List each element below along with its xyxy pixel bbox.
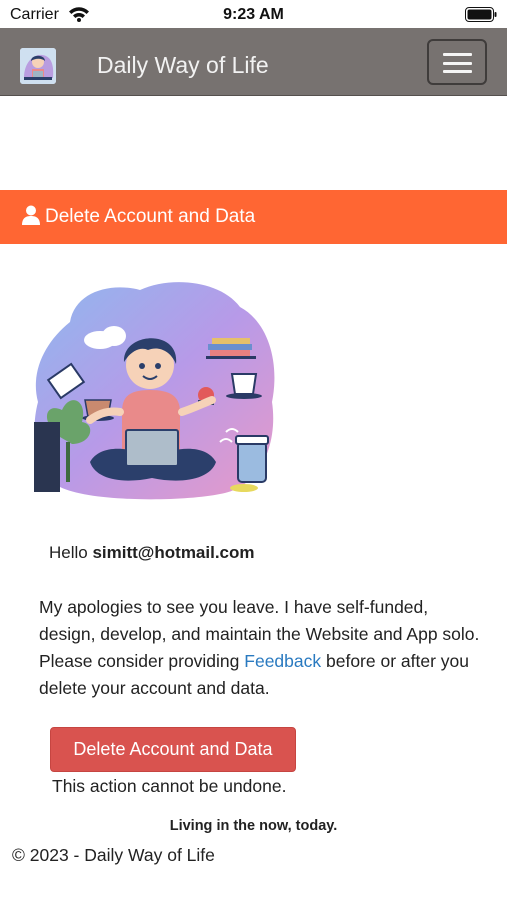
hamburger-icon: [443, 53, 472, 73]
delete-account-button[interactable]: Delete Account and Data: [50, 727, 296, 772]
undo-warning: This action cannot be undone.: [52, 776, 287, 796]
battery-icon: [465, 7, 497, 22]
brand-title[interactable]: Daily Way of Life: [97, 52, 269, 79]
footer-tagline: Living in the now, today.: [169, 818, 338, 834]
page-title: Delete Account and Data: [45, 206, 256, 227]
menu-toggle-button[interactable]: [427, 39, 487, 85]
user-email: simitt@hotmail.com: [92, 543, 255, 562]
hero-illustration: [34, 282, 275, 500]
page-header: Delete Account and Data: [0, 190, 507, 244]
status-bar: Carrier 9:23 AM: [0, 0, 507, 28]
status-time: 9:23 AM: [223, 6, 284, 23]
navbar: Daily Way of Life: [0, 28, 507, 96]
farewell-message: My apologies to see you leave. I have se…: [39, 594, 489, 702]
feedback-link[interactable]: Feedback: [244, 651, 321, 671]
greeting: Hello simitt@hotmail.com: [49, 543, 255, 563]
user-icon: [22, 205, 40, 225]
footer-copyright: © 2023 - Daily Way of Life: [12, 845, 215, 865]
brand-logo[interactable]: [20, 48, 56, 84]
greeting-prefix: Hello: [49, 543, 93, 562]
